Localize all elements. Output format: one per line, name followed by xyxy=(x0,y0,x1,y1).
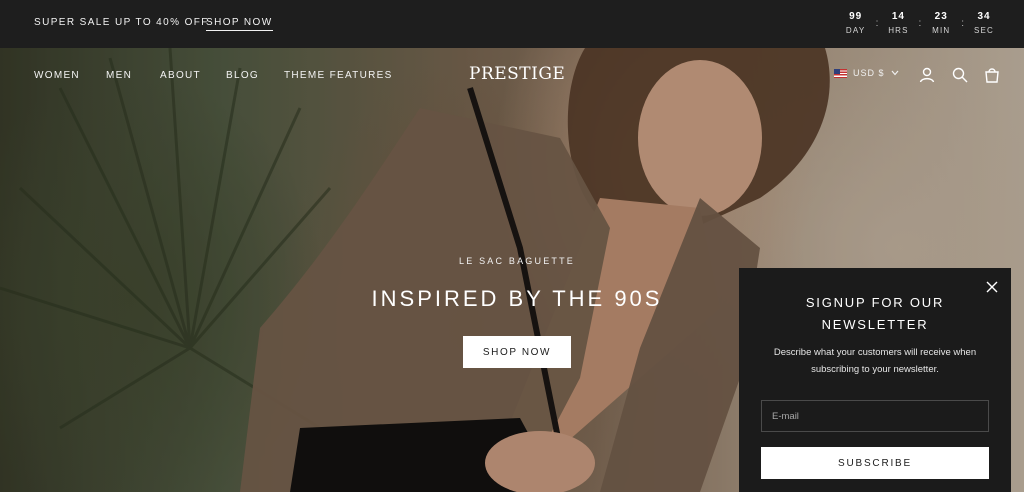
countdown-minutes: 23 MIN xyxy=(923,11,959,35)
account-icon[interactable] xyxy=(918,66,936,84)
newsletter-popup: SIGNUP FOR OUR NEWSLETTER Describe what … xyxy=(739,268,1011,492)
countdown-seconds: 34 SEC xyxy=(966,11,1002,35)
promo-shop-now-link[interactable]: SHOP NOW xyxy=(206,17,273,31)
countdown-days: 99 DAY xyxy=(838,11,874,35)
countdown-separator: : xyxy=(961,18,964,29)
hero-eyebrow: LE SAC BAGUETTE xyxy=(458,256,576,266)
countdown-minutes-value: 23 xyxy=(934,11,948,22)
nav-item-men[interactable]: MEN xyxy=(106,70,132,81)
countdown-hours: 14 HRS xyxy=(880,11,916,35)
countdown-minutes-label: MIN xyxy=(932,26,951,35)
countdown-hours-value: 14 xyxy=(891,11,905,22)
chevron-down-icon xyxy=(891,70,898,76)
nav-item-blog[interactable]: BLOG xyxy=(226,70,259,81)
currency-selector[interactable]: USD $ xyxy=(834,68,899,78)
promo-text: SUPER SALE UP TO 40% OFF xyxy=(34,17,209,28)
email-field[interactable] xyxy=(761,400,989,432)
newsletter-description: Describe what your customers will receiv… xyxy=(773,347,977,375)
subscribe-button[interactable]: SUBSCRIBE xyxy=(761,447,989,479)
nav-item-about[interactable]: ABOUT xyxy=(160,70,201,81)
countdown-seconds-value: 34 xyxy=(977,11,991,22)
site-logo[interactable]: PRESTIGE xyxy=(469,64,565,84)
hero-shop-now-button[interactable]: SHOP NOW xyxy=(463,336,571,368)
countdown-separator: : xyxy=(918,18,922,29)
nav-item-women[interactable]: WOMEN xyxy=(34,70,80,81)
nav-item-theme-features[interactable]: THEME FEATURES xyxy=(284,70,393,81)
countdown-timer: 99 DAY : 14 HRS : 23 MIN : 34 SEC xyxy=(838,11,1002,35)
countdown-days-label: DAY xyxy=(845,26,866,35)
newsletter-title: SIGNUP FOR OUR NEWSLETTER xyxy=(739,292,1011,336)
countdown-days-value: 99 xyxy=(849,11,863,22)
countdown-seconds-label: SEC xyxy=(973,26,995,35)
cart-icon[interactable] xyxy=(983,66,1001,84)
us-flag-icon xyxy=(834,68,847,78)
countdown-separator: : xyxy=(875,18,879,29)
newsletter-title-line2: NEWSLETTER xyxy=(821,317,929,332)
newsletter-title-line1: SIGNUP FOR OUR xyxy=(805,295,945,310)
announcement-bar: SUPER SALE UP TO 40% OFF SHOP NOW 99 DAY… xyxy=(0,0,1024,48)
currency-label: USD $ xyxy=(853,68,885,78)
countdown-hours-label: HRS xyxy=(888,26,909,35)
search-icon[interactable] xyxy=(951,66,969,84)
